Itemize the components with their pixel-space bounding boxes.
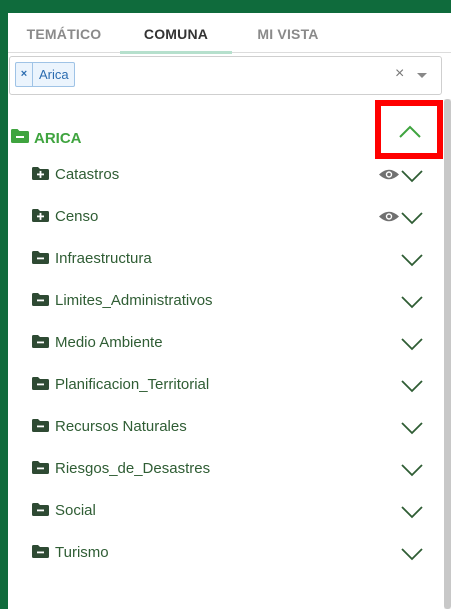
eye-icon[interactable] [379, 210, 399, 228]
list-item[interactable]: Infraestructura [8, 242, 438, 276]
folder-minus-icon[interactable] [32, 377, 49, 395]
item-label: Medio Ambiente [55, 334, 163, 351]
list-item[interactable]: Turismo [8, 536, 438, 570]
clear-selection-icon[interactable]: × [395, 65, 404, 83]
chevron-up-icon[interactable] [398, 123, 422, 144]
folder-minus-icon [11, 129, 29, 148]
tab-bar: TEMÁTICO COMUNA MI VISTA [8, 13, 451, 54]
item-label: Riesgos_de_Desastres [55, 460, 211, 477]
folder-minus-icon[interactable] [32, 293, 49, 311]
chip-label: Arica [39, 67, 69, 82]
scrollbar-thumb[interactable] [444, 99, 451, 609]
chevron-down-icon[interactable] [400, 169, 424, 188]
tab-tematico[interactable]: TEMÁTICO [8, 13, 120, 53]
folder-plus-icon[interactable] [32, 209, 49, 227]
chevron-down-icon[interactable] [400, 505, 424, 524]
list-item[interactable]: Catastros [8, 158, 438, 192]
chevron-down-icon[interactable] [400, 295, 424, 314]
list-item[interactable]: Limites_Administrativos [8, 284, 438, 318]
region-label: ARICA [34, 130, 82, 147]
eye-icon[interactable] [379, 168, 399, 186]
comuna-select[interactable]: × Arica × [9, 56, 442, 95]
chevron-down-icon[interactable] [400, 337, 424, 356]
layer-panel: TEMÁTICO COMUNA MI VISTA × Arica × ARICA [8, 13, 451, 609]
list-item[interactable]: Social [8, 494, 438, 528]
item-label: Recursos Naturales [55, 418, 187, 435]
item-label: Censo [55, 208, 99, 225]
tab-mi-vista[interactable]: MI VISTA [232, 13, 344, 53]
list-item[interactable]: Riesgos_de_Desastres [8, 452, 438, 486]
active-tab-indicator [120, 51, 232, 54]
item-label: Social [55, 502, 96, 519]
dropdown-arrow-icon[interactable] [417, 73, 427, 78]
folder-minus-icon[interactable] [32, 503, 49, 521]
item-label: Limites_Administrativos [55, 292, 213, 309]
chevron-down-icon[interactable] [400, 211, 424, 230]
chip-remove-icon[interactable]: × [16, 63, 33, 86]
chevron-down-icon[interactable] [400, 463, 424, 482]
folder-minus-icon[interactable] [32, 461, 49, 479]
chevron-down-icon[interactable] [400, 421, 424, 440]
folder-minus-icon[interactable] [32, 335, 49, 353]
item-label: Infraestructura [55, 250, 152, 267]
chevron-down-icon[interactable] [400, 379, 424, 398]
folder-minus-icon[interactable] [32, 251, 49, 269]
item-label: Turismo [55, 544, 109, 561]
tab-comuna[interactable]: COMUNA [120, 13, 232, 53]
list-item[interactable]: Recursos Naturales [8, 410, 438, 444]
item-label: Catastros [55, 166, 120, 183]
item-label: Planificacion_Territorial [55, 376, 210, 393]
list-item[interactable]: Medio Ambiente [8, 326, 438, 360]
selected-chip: × Arica [15, 62, 75, 87]
region-row-arica[interactable]: ARICA [8, 120, 438, 156]
list-item[interactable]: Censo [8, 200, 438, 234]
folder-minus-icon[interactable] [32, 419, 49, 437]
folder-plus-icon[interactable] [32, 167, 49, 185]
list-item[interactable]: Planificacion_Territorial [8, 368, 438, 402]
chevron-down-icon[interactable] [400, 547, 424, 566]
folder-minus-icon[interactable] [32, 545, 49, 563]
chevron-down-icon[interactable] [400, 253, 424, 272]
